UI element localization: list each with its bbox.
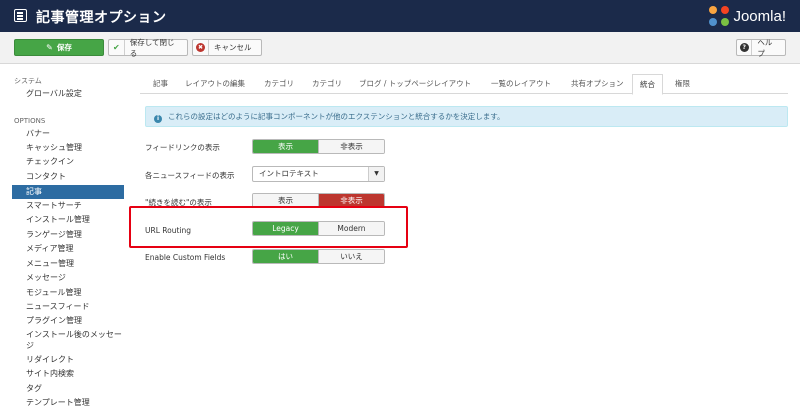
cancel-icon-box: ✖ xyxy=(193,40,209,55)
sidebar-item-newsfeeds[interactable]: ニュースフィード xyxy=(12,300,124,314)
info-alert: i これらの設定はどのように記事コンポーネントが他のエクステンションと統合するかを… xyxy=(145,106,788,127)
save-close-button[interactable]: ✔ 保存して閉じる xyxy=(108,37,188,58)
article-manager-icon xyxy=(14,9,27,22)
sidebar-item-modules[interactable]: モジュール管理 xyxy=(12,286,124,300)
check-icon: ✔ xyxy=(113,43,120,52)
each-feed-value: イントロテキスト xyxy=(259,169,319,178)
sidebar-system-header: システム xyxy=(14,77,42,85)
sidebar-item-global-settings[interactable]: グローバル設定 xyxy=(12,87,124,101)
sidebar-item-banners[interactable]: バナー xyxy=(12,127,124,141)
cancel-button-label: キャンセル xyxy=(214,43,252,52)
each-feed-label: 各ニュースフィードの表示 xyxy=(145,171,235,180)
help-icon: ? xyxy=(739,43,749,52)
tab-list-layouts[interactable]: 一覧のレイアウト xyxy=(484,74,558,94)
sidebar-item-templates[interactable]: テンプレート管理 xyxy=(12,396,124,410)
custom-fields-yes-option[interactable]: はい xyxy=(253,250,318,263)
save-button[interactable]: ✎ 保存 xyxy=(14,39,104,56)
sidebar-item-redirects[interactable]: リダイレクト xyxy=(12,353,124,367)
sidebar-item-tags[interactable]: タグ xyxy=(12,382,124,396)
sidebar-item-installer[interactable]: インストール管理 xyxy=(12,213,124,227)
joomla-logo-icon xyxy=(709,6,730,26)
custom-fields-no-option[interactable]: いいえ xyxy=(318,250,384,263)
feed-link-hide-option[interactable]: 非表示 xyxy=(318,140,384,153)
feed-link-label: フィードリンクの表示 xyxy=(145,143,220,152)
cancel-icon: ✖ xyxy=(196,43,205,52)
help-button[interactable]: ? ヘルプ xyxy=(736,37,786,58)
toolbar: ✎ 保存 ✔ 保存して閉じる ✖ キャンセル ? ヘルプ xyxy=(0,32,800,64)
tab-integration[interactable]: 統合 xyxy=(632,74,663,95)
edit-icon: ✎ xyxy=(46,43,53,52)
tab-shared[interactable]: 共有オプション xyxy=(564,74,631,94)
sidebar-options-header: OPTIONS xyxy=(14,117,46,125)
cancel-button[interactable]: ✖ キャンセル xyxy=(192,39,262,56)
tab-categories[interactable]: カテゴリ xyxy=(305,74,349,94)
page-title: 記事管理オプション xyxy=(36,10,167,26)
sidebar-item-menus[interactable]: メニュー管理 xyxy=(12,257,124,271)
sidebar-item-smart-search[interactable]: スマートサーチ xyxy=(12,199,124,213)
sidebar-item-messages[interactable]: メッセージ xyxy=(12,271,124,285)
custom-fields-label: Enable Custom Fields xyxy=(145,253,226,262)
sidebar-item-cache[interactable]: キャッシュ管理 xyxy=(12,141,124,155)
sidebar-item-checkin[interactable]: チェックイン xyxy=(12,155,124,169)
options-tabs: 記事 レイアウトの編集 カテゴリ カテゴリ ブログ / トップページレイアウト … xyxy=(140,74,788,95)
help-button-label: ヘルプ xyxy=(757,37,773,58)
sidebar-item-postinstall[interactable]: インストール後のメッセージ xyxy=(12,329,124,353)
sidebar-item-media[interactable]: メディア管理 xyxy=(12,242,124,256)
feed-link-show-option[interactable]: 表示 xyxy=(253,140,318,153)
chevron-down-icon: ▼ xyxy=(368,167,384,181)
app-header: 記事管理オプション Joomla! xyxy=(0,0,800,32)
help-icon-box: ? xyxy=(737,40,753,55)
sidebar-item-search[interactable]: サイト内検索 xyxy=(12,367,124,381)
sidebar-item-languages[interactable]: ランゲージ管理 xyxy=(12,228,124,242)
sidebar-item-contacts[interactable]: コンタクト xyxy=(12,170,124,184)
tab-category[interactable]: カテゴリ xyxy=(257,74,301,94)
each-feed-select[interactable]: イントロテキスト ▼ xyxy=(252,166,385,182)
check-icon-box: ✔ xyxy=(109,40,125,55)
info-alert-text: これらの設定はどのように記事コンポーネントが他のエクステンションと統合するかを決… xyxy=(168,112,505,121)
tab-blog-featured-layouts[interactable]: ブログ / トップページレイアウト xyxy=(352,74,478,94)
joomla-logo: Joomla! xyxy=(709,5,786,27)
url-routing-highlight-box xyxy=(129,206,408,248)
feed-link-toggle: 表示 非表示 xyxy=(252,139,385,154)
custom-fields-toggle: はい いいえ xyxy=(252,249,385,264)
joomla-logo-text: Joomla! xyxy=(733,7,786,25)
save-button-label: 保存 xyxy=(56,43,72,52)
save-close-button-label: 保存して閉じる xyxy=(129,37,175,58)
tab-editing-layout[interactable]: レイアウトの編集 xyxy=(178,74,252,94)
info-icon: i xyxy=(154,115,162,123)
tab-articles[interactable]: 記事 xyxy=(146,74,175,94)
sidebar-item-plugins[interactable]: プラグイン管理 xyxy=(12,314,124,328)
tab-permissions[interactable]: 権限 xyxy=(668,74,697,94)
sidebar-item-articles[interactable]: 記事 xyxy=(12,185,124,199)
